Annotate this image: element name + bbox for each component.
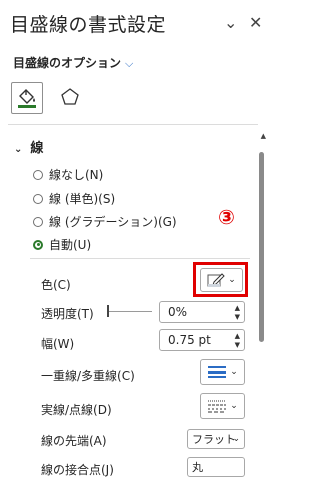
pen-color-icon [207,273,225,287]
radio-solid-line[interactable]: 線 (単色)(S) [33,190,115,207]
dash-label: 実線/点線(D) [41,403,112,417]
join-label: 線の接合点(J) [41,463,114,477]
cap-value: フラット [192,433,236,446]
transparency-label: 透明度(T) [41,307,94,321]
section-line-header[interactable]: ⌄ 線 [14,137,43,156]
paint-bucket-icon [18,89,36,108]
transparency-value: 0% [168,305,188,319]
color-label: 色(C) [41,278,71,292]
radio-label: 線 (グラデーション)(G) [49,215,177,229]
close-icon[interactable]: ✕ [249,13,262,32]
divider [8,124,258,125]
chevron-down-icon: ⌵ [125,57,134,70]
radio-automatic[interactable]: 自動(U) [33,236,91,253]
dash-type-button[interactable]: ⌄ [200,393,245,419]
chevron-down-icon: ⌄ [232,434,240,444]
spinner-arrows-icon[interactable]: ▲ ▼ [235,332,240,350]
radio-label: 線 (単色)(S) [49,192,116,206]
chevron-down-icon: ⌄ [14,144,23,155]
join-type-dropdown[interactable]: 丸 [187,457,245,477]
chevron-down-icon: ⌄ [230,367,238,377]
radio-label: 自動(U) [49,238,92,252]
tab-effects[interactable] [55,82,85,112]
scroll-up-icon[interactable]: ▲ [261,132,266,140]
tab-fill-line[interactable] [11,82,43,114]
radio-no-line[interactable]: 線なし(N) [33,166,103,183]
transparency-slider[interactable] [108,311,152,312]
transparency-spinner[interactable]: 0% ▲ ▼ [159,301,245,323]
compound-label: 一重線/多重線(C) [41,369,135,383]
options-dropdown[interactable]: 目盛線のオプション ⌵ [13,54,133,71]
chevron-down-icon: ⌄ [230,401,238,411]
dash-style-icon [208,400,227,413]
width-value: 0.75 pt [168,333,211,347]
cap-type-dropdown[interactable]: フラット ⌄ [187,429,245,449]
chevron-down-icon[interactable]: ⌄ [224,13,237,32]
pentagon-icon [61,88,79,105]
cap-label: 線の先端(A) [41,434,107,448]
step-marker: ③ [218,205,235,229]
color-picker-button[interactable]: ⌄ [200,268,243,292]
radio-indicator [33,239,43,250]
divider [30,258,250,259]
width-label: 幅(W) [41,337,75,351]
scrollbar-thumb[interactable] [259,152,264,342]
radio-indicator [33,193,43,204]
slider-handle[interactable] [107,305,109,317]
radio-indicator [33,216,43,227]
options-label: 目盛線のオプション [13,56,122,70]
width-spinner[interactable]: 0.75 pt ▲ ▼ [159,329,245,351]
radio-gradient-line[interactable]: 線 (グラデーション)(G) [33,213,177,230]
radio-label: 線なし(N) [49,168,104,182]
pane-title: 目盛線の書式設定 [10,14,167,36]
section-title: 線 [30,141,44,156]
chevron-down-icon: ⌄ [228,275,236,285]
line-weight-icon [208,366,227,378]
spinner-arrows-icon[interactable]: ▲ ▼ [235,304,240,322]
compound-type-button[interactable]: ⌄ [200,359,245,385]
radio-indicator [33,169,43,180]
